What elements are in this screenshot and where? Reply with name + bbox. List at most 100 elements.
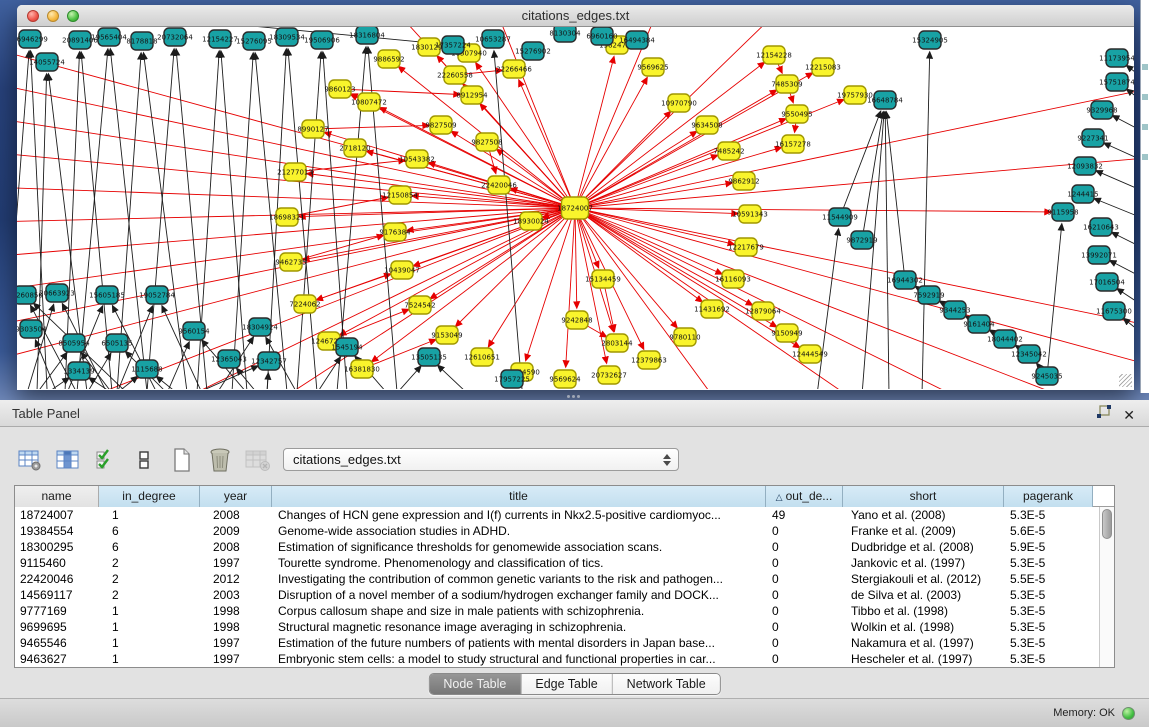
table-cell[interactable]: 6 bbox=[99, 539, 200, 555]
graph-node[interactable]: 9462735 bbox=[275, 253, 306, 271]
graph-node[interactable]: 8178818 bbox=[126, 32, 157, 50]
table-cell[interactable]: 18724007 bbox=[15, 507, 99, 523]
graph-node[interactable]: 10591343 bbox=[732, 205, 768, 223]
table-cell[interactable]: 19384554 bbox=[15, 523, 99, 539]
graph-node[interactable]: 15324905 bbox=[912, 31, 948, 49]
graph-node[interactable]: 12444549 bbox=[792, 345, 828, 363]
graph-node[interactable]: 16946299 bbox=[17, 30, 48, 48]
graph-node[interactable]: 22260558 bbox=[437, 66, 473, 84]
graph-node[interactable]: 16116093 bbox=[715, 270, 751, 288]
tab-node-table[interactable]: Node Table bbox=[429, 674, 521, 694]
citation-network-graph[interactable]: 1872400722266466891295498275091054338212… bbox=[17, 27, 1134, 389]
table-cell[interactable]: 1998 bbox=[200, 619, 272, 635]
graph-node[interactable]: 15276902 bbox=[515, 42, 551, 60]
graph-node[interactable]: 16157278 bbox=[775, 135, 811, 153]
graph-node[interactable]: 9153049 bbox=[431, 326, 462, 344]
tab-network-table[interactable]: Network Table bbox=[613, 674, 720, 694]
delete-trash-icon[interactable] bbox=[206, 447, 233, 474]
graph-node[interactable]: 8130304 bbox=[549, 27, 581, 42]
graph-node[interactable]: 9780110 bbox=[669, 328, 700, 346]
table-selector-dropdown[interactable]: citations_edges.txt bbox=[283, 448, 679, 471]
graph-node[interactable]: 12342757 bbox=[251, 352, 287, 370]
table-cell[interactable]: 22420046 bbox=[15, 571, 99, 587]
table-cell[interactable]: Yano et al. (2008) bbox=[843, 507, 1004, 523]
table-cell[interactable]: Nakamura et al. (1997) bbox=[843, 635, 1004, 651]
table-cell[interactable]: Changes of HCN gene expression and I(f) … bbox=[272, 507, 766, 523]
graph-node[interactable]: 15751874 bbox=[1099, 73, 1134, 91]
graph-node[interactable]: 10543382 bbox=[399, 150, 435, 168]
graph-node[interactable]: 9150949 bbox=[771, 324, 802, 342]
table-cell[interactable]: Franke et al. (2009) bbox=[843, 523, 1004, 539]
graph-node[interactable]: 9344253 bbox=[939, 301, 970, 319]
graph-node[interactable]: 16381830 bbox=[344, 360, 380, 378]
table-vertical-scrollbar[interactable] bbox=[1099, 507, 1114, 667]
table-cell[interactable]: 2 bbox=[99, 587, 200, 603]
graph-node[interactable]: 19052784 bbox=[139, 286, 175, 304]
graph-node[interactable]: 14055724 bbox=[29, 53, 65, 71]
table-row[interactable]: 1830029562008Estimation of significance … bbox=[15, 539, 1114, 555]
graph-node[interactable]: 12345042 bbox=[1011, 345, 1047, 363]
table-cell[interactable]: 18300295 bbox=[15, 539, 99, 555]
graph-node[interactable]: 18698321 bbox=[269, 208, 305, 226]
table-cell[interactable]: 1 bbox=[99, 603, 200, 619]
memory-status-indicator[interactable] bbox=[1122, 707, 1135, 720]
graph-node[interactable]: 1334139 bbox=[63, 362, 94, 380]
table-cell[interactable]: 2012 bbox=[200, 571, 272, 587]
column-header-name[interactable]: name bbox=[15, 486, 99, 507]
column-header-in_degree[interactable]: in_degree bbox=[99, 486, 200, 507]
graph-node[interactable]: 12093832 bbox=[1067, 157, 1103, 175]
graph-node[interactable]: 1545194 bbox=[331, 338, 363, 356]
column-header-out_de[interactable]: △out_de... bbox=[766, 486, 843, 507]
minimize-window-button[interactable] bbox=[47, 10, 59, 22]
window-resize-grip[interactable] bbox=[1119, 374, 1132, 387]
table-cell[interactable]: 1 bbox=[99, 635, 200, 651]
graph-node[interactable]: 10970790 bbox=[661, 94, 697, 112]
graph-node[interactable]: 9245035 bbox=[1031, 367, 1062, 385]
table-column-icon[interactable] bbox=[54, 447, 81, 474]
table-cell[interactable]: Wolkin et al. (1998) bbox=[843, 619, 1004, 635]
graph-node[interactable]: 9560154 bbox=[178, 322, 210, 340]
column-header-pagerank[interactable]: pagerank bbox=[1004, 486, 1093, 507]
table-cell[interactable]: Jankovic et al. (1997) bbox=[843, 555, 1004, 571]
column-header-year[interactable]: year bbox=[200, 486, 272, 507]
graph-node[interactable]: 12365043 bbox=[211, 350, 247, 368]
graph-node[interactable]: 1115688 bbox=[131, 360, 162, 378]
table-cell[interactable]: 1997 bbox=[200, 635, 272, 651]
scrollbar-thumb[interactable] bbox=[1102, 509, 1112, 539]
table-cell[interactable]: Corpus callosum shape and size in male p… bbox=[272, 603, 766, 619]
close-panel-icon[interactable]: ✕ bbox=[1123, 407, 1135, 423]
graph-node[interactable]: 11173954 bbox=[1099, 49, 1134, 67]
table-cell[interactable]: 0 bbox=[766, 603, 843, 619]
table-row[interactable]: 946362711997Embryonic stem cells: a mode… bbox=[15, 651, 1114, 667]
table-cell[interactable]: Stergiakouli et al. (2012) bbox=[843, 571, 1004, 587]
graph-node[interactable]: 7224062 bbox=[289, 295, 320, 313]
table-cell[interactable]: 5.3E-5 bbox=[1004, 507, 1093, 523]
table-cell[interactable]: 2009 bbox=[200, 523, 272, 539]
table-cell[interactable]: de Silva et al. (2003) bbox=[843, 587, 1004, 603]
table-settings-icon[interactable] bbox=[16, 447, 43, 474]
table-cell[interactable]: 0 bbox=[766, 619, 843, 635]
table-cell[interactable]: 5.3E-5 bbox=[1004, 635, 1093, 651]
graph-node[interactable]: 13505135 bbox=[411, 348, 447, 366]
table-cell[interactable]: Dudbridge et al. (2008) bbox=[843, 539, 1004, 555]
table-cell[interactable]: 5.3E-5 bbox=[1004, 587, 1093, 603]
graph-node[interactable]: 9227341 bbox=[1077, 129, 1108, 147]
graph-node[interactable]: 9634508 bbox=[691, 116, 722, 134]
graph-node[interactable]: 6505135 bbox=[101, 334, 132, 352]
table-cell[interactable]: 5.3E-5 bbox=[1004, 603, 1093, 619]
select-all-checks-icon[interactable] bbox=[92, 447, 119, 474]
graph-node[interactable]: 9550495 bbox=[781, 105, 812, 123]
graph-node[interactable]: 10439047 bbox=[384, 261, 420, 279]
graph-node[interactable]: 22266466 bbox=[496, 60, 532, 78]
table-cell[interactable]: 2 bbox=[99, 555, 200, 571]
graph-node[interactable]: 7592919 bbox=[913, 286, 944, 304]
table-cell[interactable]: 1998 bbox=[200, 603, 272, 619]
table-cell[interactable]: Estimation of significance thresholds fo… bbox=[272, 539, 766, 555]
table-cell[interactable]: 9465546 bbox=[15, 635, 99, 651]
table-cell[interactable]: Investigating the contribution of common… bbox=[272, 571, 766, 587]
table-cell[interactable]: 2008 bbox=[200, 539, 272, 555]
graph-node[interactable]: 9176384 bbox=[379, 223, 411, 241]
table-cell[interactable]: 6 bbox=[99, 523, 200, 539]
table-cell[interactable]: Embryonic stem cells: a model to study s… bbox=[272, 651, 766, 667]
table-cell[interactable]: Estimation of the future numbers of pati… bbox=[272, 635, 766, 651]
